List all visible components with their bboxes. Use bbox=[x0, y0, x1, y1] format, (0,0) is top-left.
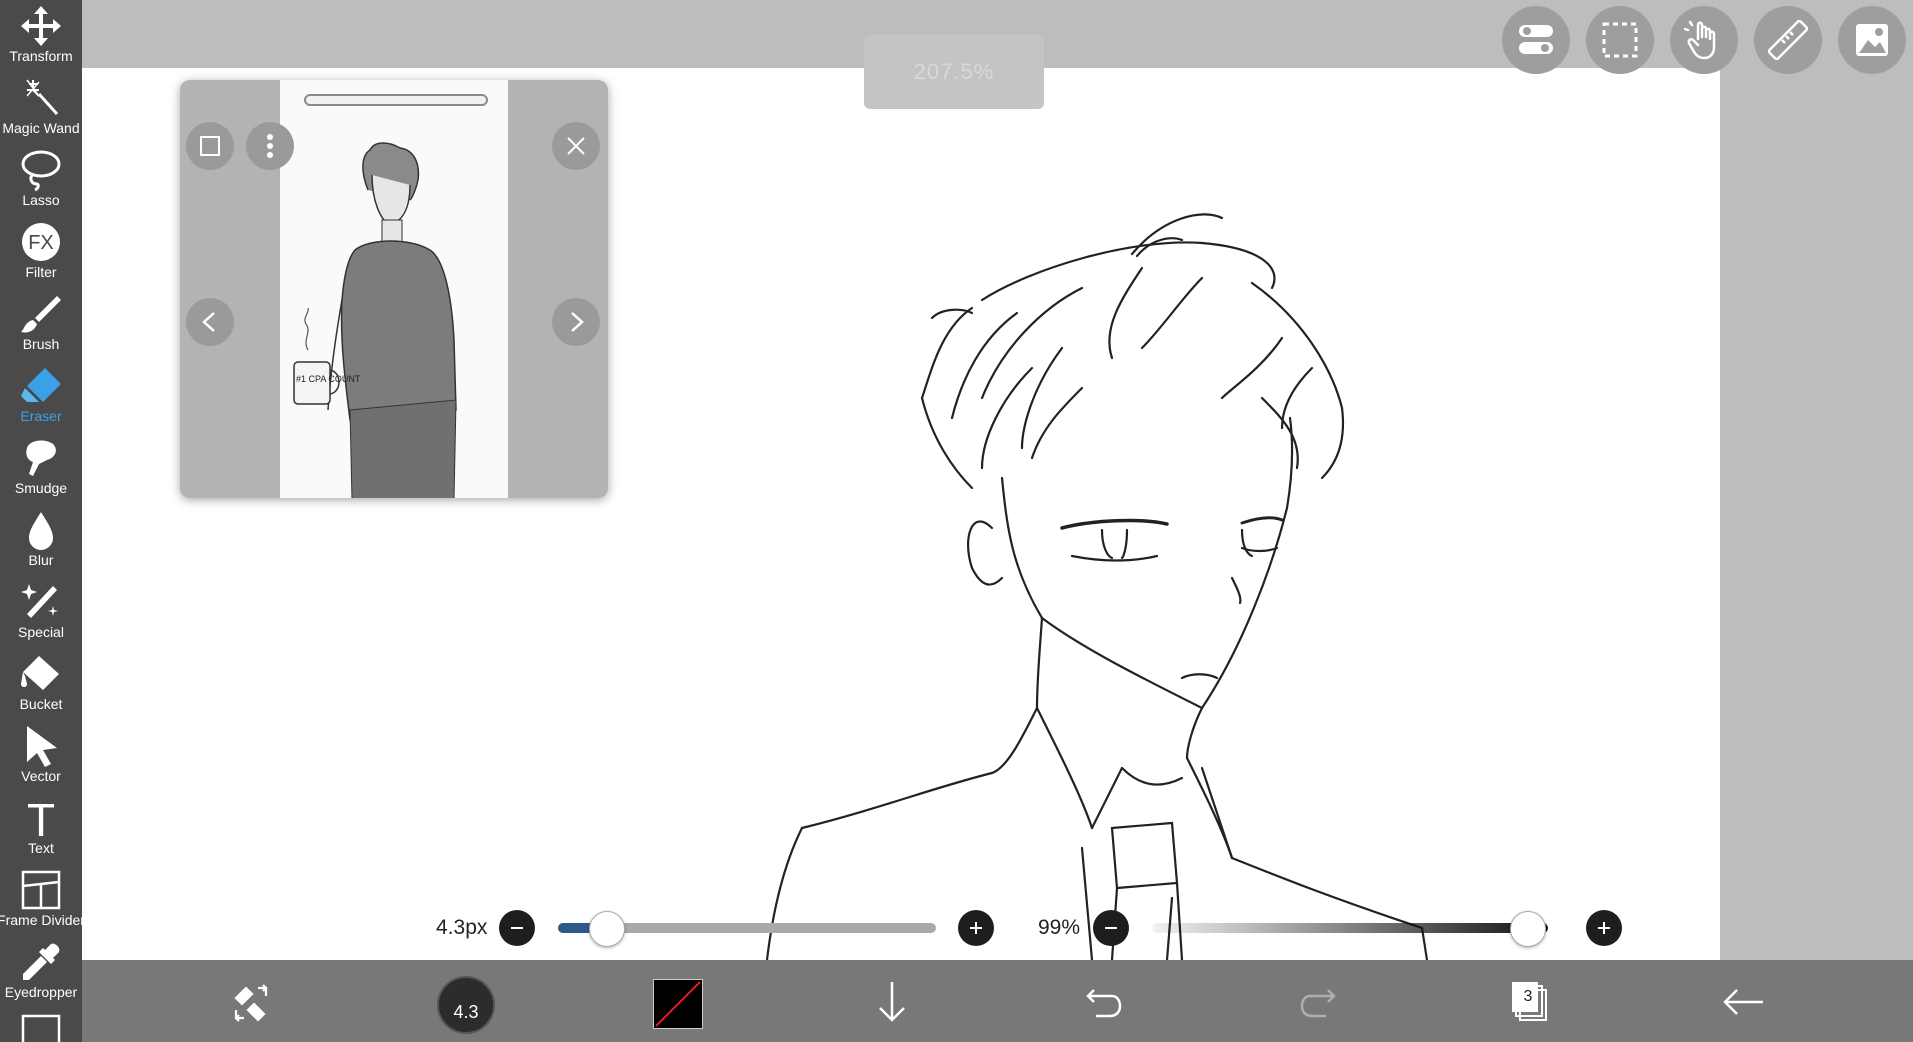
tool-label: Lasso bbox=[22, 192, 60, 208]
no-color-icon bbox=[655, 981, 701, 1027]
reference-more-icon[interactable] bbox=[246, 122, 294, 170]
tool-lasso[interactable]: Lasso bbox=[0, 144, 82, 216]
opacity-minus-button[interactable] bbox=[1093, 910, 1129, 946]
brush-size-label: 4.3px bbox=[436, 916, 488, 939]
tool-more[interactable] bbox=[0, 1008, 82, 1042]
tool-label: Eyedropper bbox=[4, 984, 78, 1000]
tool-label: Bucket bbox=[19, 696, 63, 712]
hand-icon[interactable] bbox=[1670, 6, 1738, 74]
tool-transform[interactable]: Transform bbox=[0, 0, 82, 72]
layers-button[interactable]: 3 bbox=[1508, 978, 1552, 1026]
brush-preview[interactable]: 4.3 bbox=[437, 976, 495, 1034]
tool-bucket[interactable]: Bucket bbox=[0, 648, 82, 720]
layers-count: 3 bbox=[1523, 988, 1533, 1005]
tool-label: Blur bbox=[28, 552, 54, 568]
swap-brush-eraser-icon[interactable] bbox=[226, 980, 278, 1024]
canvas-margin-right bbox=[1720, 68, 1913, 960]
reference-prev-icon[interactable] bbox=[186, 298, 234, 346]
tool-label: Magic Wand bbox=[2, 120, 80, 136]
download-arrow-icon[interactable] bbox=[870, 980, 914, 1024]
smudge-icon bbox=[26, 440, 56, 476]
eraser-icon bbox=[21, 368, 61, 402]
plus-icon bbox=[970, 922, 982, 934]
tool-special[interactable]: Special bbox=[0, 576, 82, 648]
cursor-arrow-icon bbox=[27, 726, 57, 767]
color-swatch[interactable] bbox=[653, 979, 703, 1029]
minus-icon bbox=[1105, 927, 1117, 929]
tool-magic-wand[interactable]: Magic Wand bbox=[0, 72, 82, 144]
tool-frame-divider[interactable]: Frame Divider bbox=[0, 864, 82, 936]
brush-preview-size: 4.3 bbox=[453, 1001, 479, 1022]
eyedropper-icon bbox=[23, 943, 60, 980]
tool-label: Eraser bbox=[20, 408, 62, 424]
mug-text: #1 CPA COUNT bbox=[296, 374, 361, 384]
tool-vector[interactable]: Vector bbox=[0, 720, 82, 792]
move-arrows-icon bbox=[21, 6, 61, 46]
tool-eraser[interactable]: Eraser bbox=[0, 360, 82, 432]
ruler-icon[interactable] bbox=[1754, 6, 1822, 74]
tool-brush[interactable]: Brush bbox=[0, 288, 82, 360]
brush-size-slider[interactable] bbox=[558, 911, 936, 947]
bucket-icon bbox=[21, 656, 59, 690]
selection-icon[interactable] bbox=[1586, 6, 1654, 74]
tool-sidebar: Transform Magic Wand Lasso FX Filter Bru… bbox=[0, 0, 82, 1042]
tool-label: Smudge bbox=[14, 480, 68, 496]
canvas-icon bbox=[21, 1014, 61, 1042]
tool-filter[interactable]: FX Filter bbox=[0, 216, 82, 288]
settings-toggle-icon[interactable] bbox=[1502, 6, 1570, 74]
zoom-indicator: 207.5% bbox=[864, 35, 1044, 109]
tool-label: Brush bbox=[22, 336, 60, 352]
svg-text:T: T bbox=[27, 796, 55, 840]
text-icon: T bbox=[27, 796, 55, 840]
brush-icon bbox=[21, 296, 61, 333]
tool-label: Filter bbox=[25, 264, 57, 280]
opacity-label: 99% bbox=[1038, 916, 1081, 939]
tool-smudge[interactable]: Smudge bbox=[0, 432, 82, 504]
frame-divider-icon bbox=[21, 870, 61, 910]
redo-icon[interactable] bbox=[1296, 980, 1340, 1024]
brush-size-plus-button[interactable] bbox=[958, 910, 994, 946]
plus-icon bbox=[1598, 922, 1610, 934]
opacity-slider[interactable] bbox=[1152, 911, 1548, 947]
tool-text[interactable]: T Text bbox=[0, 792, 82, 864]
reference-next-icon[interactable] bbox=[552, 298, 600, 346]
sparkle-wand-icon bbox=[21, 584, 58, 618]
reference-image: #1 CPA COUNT bbox=[280, 80, 508, 498]
fx-icon: FX bbox=[22, 223, 60, 261]
tool-label: Transform bbox=[9, 48, 73, 64]
opacity-plus-button[interactable] bbox=[1586, 910, 1622, 946]
material-icon[interactable] bbox=[1838, 6, 1906, 74]
svg-text:FX: FX bbox=[28, 232, 54, 254]
drop-icon bbox=[29, 512, 53, 550]
tool-label: Vector bbox=[21, 768, 61, 784]
reference-window[interactable]: #1 CPA COUNT bbox=[180, 80, 608, 498]
minus-icon bbox=[511, 927, 523, 929]
brush-size-minus-button[interactable] bbox=[499, 910, 535, 946]
tool-blur[interactable]: Blur bbox=[0, 504, 82, 576]
reference-drag-handle[interactable] bbox=[304, 94, 488, 106]
magic-wand-icon bbox=[26, 79, 59, 116]
back-arrow-icon[interactable] bbox=[1720, 980, 1766, 1024]
tool-label: Text bbox=[28, 840, 54, 856]
tool-label: Special bbox=[18, 624, 64, 640]
bottom-toolbar bbox=[82, 960, 1913, 1042]
lasso-icon bbox=[21, 150, 61, 192]
undo-icon[interactable] bbox=[1082, 980, 1126, 1024]
tool-eyedropper[interactable]: Eyedropper bbox=[0, 936, 82, 1008]
reference-close-icon[interactable] bbox=[552, 122, 600, 170]
tool-label: Frame Divider bbox=[0, 912, 82, 928]
reference-fit-icon[interactable] bbox=[186, 122, 234, 170]
